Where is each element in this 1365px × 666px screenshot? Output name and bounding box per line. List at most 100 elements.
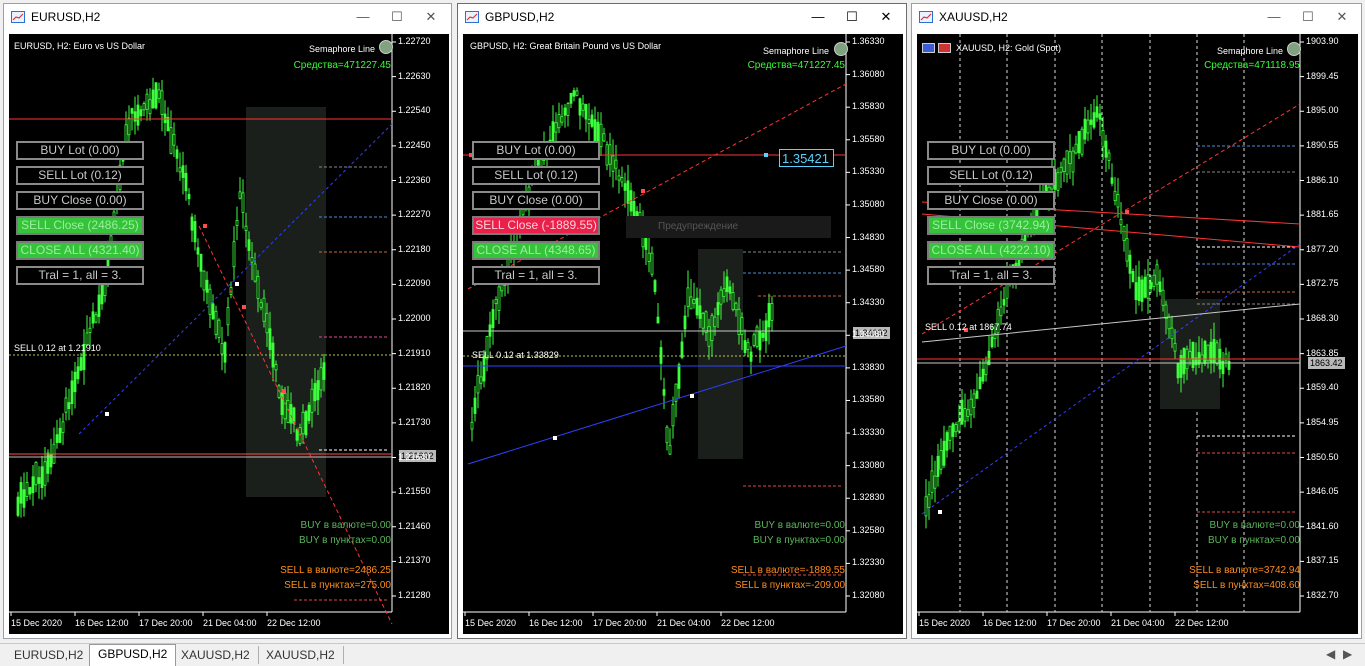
candle-body [497, 286, 501, 311]
tab-scroll-right-icon[interactable]: ▶ [1343, 647, 1352, 661]
buy-points-label: BUY в пунктах=0.00 [298, 535, 391, 546]
buy-lot-button[interactable]: BUY Lot (0.00) [16, 141, 144, 160]
candle-body [148, 99, 152, 115]
candle-body [193, 221, 197, 243]
window-title: GBPUSD,H2 [485, 10, 555, 24]
sell-close-button[interactable]: SELL Close (-1889.55) [472, 216, 600, 235]
candle-body [1092, 112, 1096, 128]
price-tick-label: 1.33580 [852, 394, 885, 405]
buy-close-button[interactable]: BUY Close (0.00) [16, 191, 144, 210]
candle-body [554, 122, 558, 133]
close-button[interactable]: ✕ [875, 8, 897, 26]
buy-close-button[interactable]: BUY Close (0.00) [927, 191, 1055, 210]
candle-body [999, 306, 1003, 317]
buy-lot-button[interactable]: BUY Lot (0.00) [472, 141, 600, 160]
candle-body [136, 104, 140, 126]
candle-body [163, 113, 167, 124]
candle-body [313, 383, 317, 402]
price-tick-label: 1.33330 [852, 427, 885, 438]
window-titlebar[interactable]: XAUUSD,H2 — ☐ ✕ [912, 4, 1361, 31]
maximize-button[interactable]: ☐ [1297, 8, 1319, 26]
candle-body [316, 380, 320, 401]
price-tick-label: 1.22270 [398, 209, 431, 220]
candle-body [951, 423, 955, 437]
maximize-button[interactable]: ☐ [386, 8, 408, 26]
chart-window-gbpusd[interactable]: GBPUSD,H2 — ☐ ✕ GBPUSD, H2: Great Britai… [457, 3, 907, 639]
candle-body [49, 454, 53, 468]
close-all-button[interactable]: CLOSE ALL (4348.65) [472, 241, 600, 260]
window-titlebar[interactable]: GBPUSD,H2 — ☐ ✕ [458, 4, 906, 31]
crosshair-price-box[interactable]: 1.35421 [779, 149, 834, 167]
sell-lot-button[interactable]: SELL Lot (0.12) [927, 166, 1055, 185]
price-chart[interactable]: XAUUSD, H2: Gold (Spot) Semaphore Line С… [917, 34, 1358, 634]
candle-body [151, 89, 155, 109]
candle-body [620, 177, 624, 183]
trailing-button[interactable]: Tral = 1, all = 3. [927, 266, 1055, 285]
price-chart[interactable]: GBPUSD, H2: Great Britain Pound vs US Do… [463, 34, 903, 634]
price-tick-label: 1.36080 [852, 68, 885, 79]
candle-body [178, 167, 182, 173]
minimize-button[interactable]: — [352, 8, 374, 26]
candle-body [1188, 351, 1192, 360]
candle-body [978, 376, 982, 390]
candle-body [196, 247, 200, 255]
close-button[interactable]: ✕ [420, 8, 442, 26]
tab-xauusd-1[interactable]: XAUUSD,H2 [173, 646, 259, 664]
chart-window-eurusd[interactable]: EURUSD,H2 — ☐ ✕ EURUSD, H2: Euro vs US D… [3, 3, 452, 639]
candle-body [746, 342, 750, 350]
candle-body [241, 192, 245, 213]
price-tick-label: 1832.70 [1306, 590, 1339, 600]
tab-scroll-left-icon[interactable]: ◀ [1326, 647, 1335, 661]
candle-body [617, 175, 621, 181]
candle-body [1140, 279, 1144, 303]
price-tick-label: 1.22450 [398, 139, 431, 150]
minimize-button[interactable]: — [807, 8, 829, 26]
window-titlebar[interactable]: EURUSD,H2 — ☐ ✕ [4, 4, 451, 31]
candle-body [936, 455, 940, 477]
tab-gbpusd[interactable]: GBPUSD,H2 [89, 644, 177, 666]
candle-body [22, 489, 26, 508]
trend-marker [105, 412, 109, 416]
trend-marker [203, 224, 207, 228]
minimize-button[interactable]: — [1263, 8, 1285, 26]
close-all-button[interactable]: CLOSE ALL (4321.40) [16, 241, 144, 260]
price-chart[interactable]: EURUSD, H2: Euro vs US Dollar Semaphore … [9, 34, 449, 634]
sell-close-button[interactable]: SELL Close (3742.94) [927, 216, 1055, 235]
trailing-button[interactable]: Tral = 1, all = 3. [472, 266, 600, 285]
candle-body [1152, 274, 1156, 288]
time-tick-label: 17 Dec 20:00 [1047, 618, 1101, 628]
price-tick-label: 1.21280 [398, 590, 431, 600]
chart-tab-bar: EURUSD,H2 GBPUSD,H2 XAUUSD,H2 XAUUSD,H2 … [0, 643, 1365, 666]
chart-window-xauusd[interactable]: XAUUSD,H2 — ☐ ✕ XAUUSD, H2: Gold (Spot) … [911, 3, 1362, 639]
candle-body [1080, 128, 1084, 155]
time-tick-label: 21 Dec 04:00 [203, 618, 257, 628]
sell-close-button[interactable]: SELL Close (2486.25) [16, 216, 144, 235]
candle-body [644, 236, 648, 250]
symbol-label: XAUUSD, H2: Gold (Spot) [956, 43, 1062, 53]
sell-lot-button[interactable]: SELL Lot (0.12) [16, 166, 144, 185]
tab-xauusd-2[interactable]: XAUUSD,H2 [258, 646, 344, 664]
candle-body [608, 144, 612, 165]
close-button[interactable]: ✕ [1331, 8, 1353, 26]
candle-body [253, 263, 257, 282]
candle-body [226, 307, 230, 326]
candle-body [494, 298, 498, 304]
close-all-button[interactable]: CLOSE ALL (4222.10) [927, 241, 1055, 260]
candle-body [1191, 341, 1195, 368]
buy-close-button[interactable]: BUY Close (0.00) [472, 191, 600, 210]
candle-body [1170, 327, 1174, 340]
candle-body [142, 103, 146, 111]
candle-body [232, 241, 236, 268]
sell-lot-button[interactable]: SELL Lot (0.12) [472, 166, 600, 185]
tab-eurusd[interactable]: EURUSD,H2 [6, 646, 93, 664]
candle-body [990, 336, 994, 348]
candle-body [758, 331, 762, 351]
candle-body [743, 340, 747, 353]
trailing-button[interactable]: Tral = 1, all = 3. [16, 266, 144, 285]
candle-body [283, 392, 287, 420]
candle-body [202, 270, 206, 291]
candle-body [683, 315, 687, 330]
buy-lot-button[interactable]: BUY Lot (0.00) [927, 141, 1055, 160]
maximize-button[interactable]: ☐ [841, 8, 863, 26]
candle-body [728, 286, 732, 294]
